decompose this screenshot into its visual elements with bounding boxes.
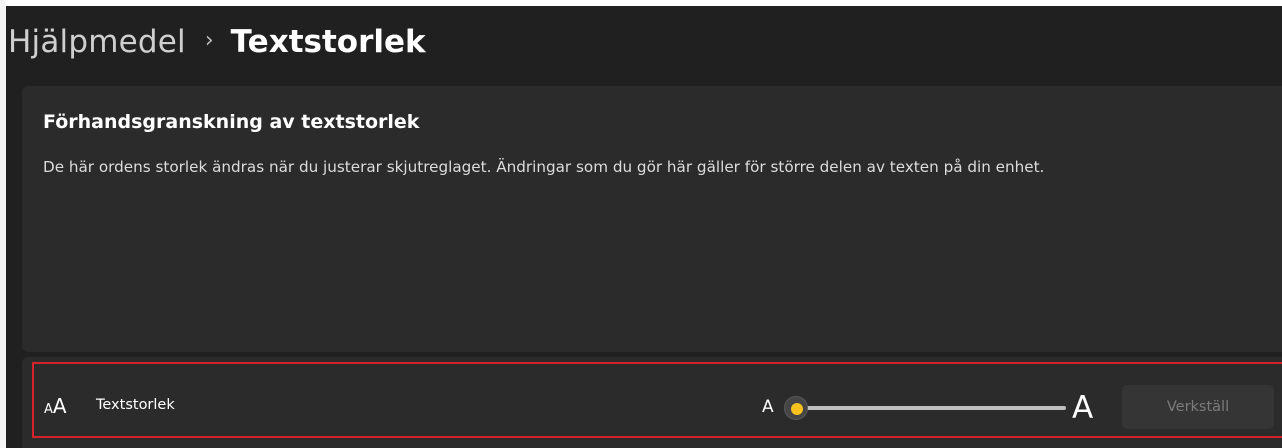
window-left-edge: [0, 0, 6, 448]
page-title: Textstorlek: [230, 24, 426, 60]
chevron-right-icon: ›: [204, 27, 214, 53]
window-top-edge: [0, 0, 1282, 6]
slider-max-label: A: [1072, 390, 1094, 426]
breadcrumb-parent-link[interactable]: Hjälpmedel: [8, 24, 186, 60]
breadcrumb: Hjälpmedel › Textstorlek: [8, 14, 426, 70]
slider-min-label: A: [762, 397, 774, 417]
text-size-icon: AA: [44, 394, 67, 418]
text-size-slider-track[interactable]: [796, 406, 1066, 410]
preview-title: Förhandsgranskning av textstorlek: [43, 111, 420, 133]
slider-rail: [796, 406, 1066, 410]
apply-button[interactable]: Verkställ: [1122, 385, 1274, 429]
text-size-preview-card: Förhandsgranskning av textstorlek De här…: [22, 86, 1282, 352]
text-size-slider-thumb[interactable]: [784, 396, 808, 420]
preview-description: De här ordens storlek ändras när du just…: [43, 158, 1045, 176]
text-size-label: Textstorlek: [96, 397, 175, 413]
